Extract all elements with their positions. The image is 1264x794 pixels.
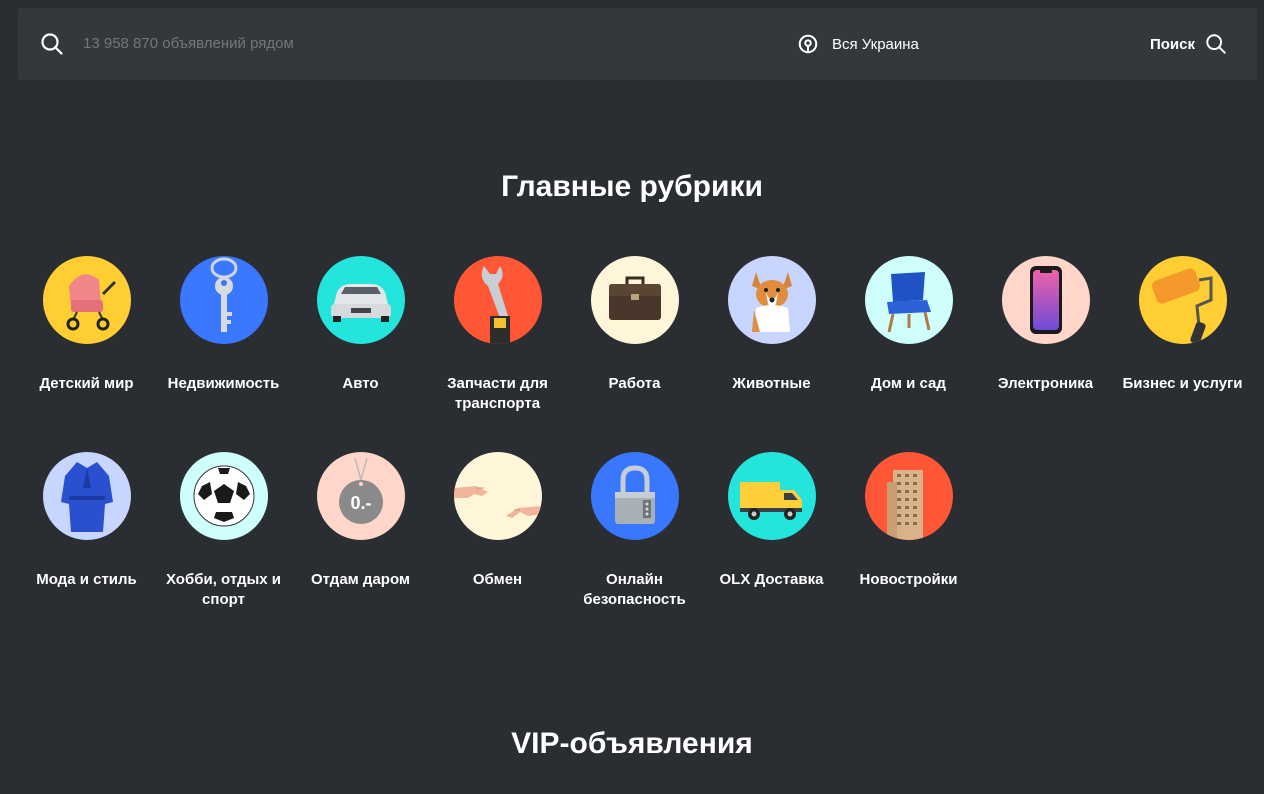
category-label: Электроника [997,375,1094,392]
vip-title: VIP-объявления [511,727,753,760]
chair-icon [864,256,953,344]
car-icon [316,256,405,344]
category-free[interactable]: 0.- Отдам даром [292,452,429,590]
category-label: Недвижимость [167,375,280,392]
search-bar: Вся Украина Поиск [18,8,1257,80]
delivery-truck-icon [727,452,816,540]
handshake-icon [453,452,542,540]
category-home-garden[interactable]: Дом и сад [840,256,977,394]
search-button-label: Поиск [1149,35,1195,53]
category-work[interactable]: Работа [566,256,703,394]
category-label: Работа [608,375,661,392]
location-selector[interactable]: Вся Украина [797,8,919,80]
soccer-ball-icon [179,452,268,540]
free-tag-icon: 0.- [316,452,405,540]
category-children[interactable]: Детский мир [18,256,155,394]
search-input[interactable] [83,8,683,80]
paint-roller-icon [1138,256,1227,344]
category-business[interactable]: Бизнес и услуги [1114,256,1251,394]
robe-icon [42,452,131,540]
wrench-icon [453,256,542,344]
search-icon [1206,34,1226,54]
category-label: Новостройки [859,571,958,588]
category-auto[interactable]: Авто [292,256,429,394]
smartphone-icon [1001,256,1090,344]
baby-stroller-icon [42,256,131,344]
category-new-buildings[interactable]: Новостройки [840,452,977,590]
category-label: Детский мир [39,375,134,392]
category-label: Отдам даром [310,571,411,588]
building-icon [864,452,953,540]
category-electronics[interactable]: Электроника [977,256,1114,394]
category-fashion[interactable]: Мода и стиль [18,452,155,590]
category-label: Бизнес и услуги [1122,375,1243,392]
category-security[interactable]: Онлайн безопасность [566,452,703,610]
briefcase-icon [590,256,679,344]
location-label: Вся Украина [832,35,919,53]
category-label: Дом и сад [871,375,946,392]
page: Вся Украина Поиск Главные рубрики Детски… [0,0,1264,794]
category-animals[interactable]: Животные [703,256,840,394]
category-exchange[interactable]: Обмен [429,452,566,590]
category-label: Авто [342,375,379,392]
search-button[interactable]: Поиск [1150,8,1227,80]
main-categories-title: Главные рубрики [501,170,763,203]
category-label: Обмен [472,571,523,588]
category-label: OLX Доставка [719,571,824,588]
map-pin-icon [797,33,819,55]
category-real-estate[interactable]: Недвижимость [155,256,292,394]
category-label: Запчасти для транспорта [447,375,548,412]
category-label: Мода и стиль [36,571,137,588]
free-tag-text: 0.- [350,493,371,513]
category-parts[interactable]: Запчасти для транспорта [429,256,566,414]
search-icon [40,32,64,56]
category-label: Хобби, отдых и спорт [165,571,282,608]
category-olx-delivery[interactable]: OLX Доставка [703,452,840,590]
key-icon [179,256,268,344]
category-hobby[interactable]: Хобби, отдых и спорт [155,452,292,610]
padlock-icon [590,452,679,540]
dog-icon [727,256,816,344]
category-label: Животные [732,375,811,392]
category-label: Онлайн безопасность [583,571,686,608]
